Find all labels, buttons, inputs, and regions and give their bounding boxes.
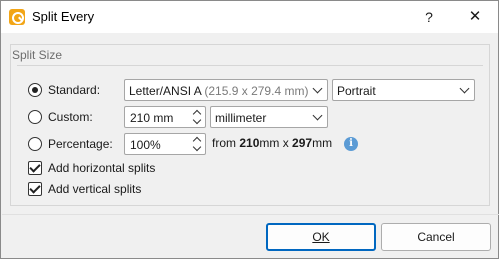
paper-size-dropdown[interactable]: Letter/ANSI A (215.9 x 279.4 mm) (124, 79, 328, 101)
chevron-down-icon (312, 83, 323, 94)
custom-radio[interactable] (28, 110, 42, 124)
vertical-splits-checkbox[interactable] (28, 182, 42, 196)
ok-button[interactable]: OK (266, 223, 376, 251)
paper-size-value: Letter/ANSI A (129, 84, 202, 98)
cancel-button[interactable]: Cancel (381, 223, 491, 251)
close-button[interactable]: ✕ (452, 1, 498, 33)
title-bar: Split Every ? ✕ (1, 1, 498, 33)
percentage-radio[interactable] (28, 137, 42, 151)
split-every-dialog: Split Every ? ✕ Split Size Standard: Let… (0, 0, 499, 259)
footer-divider (2, 214, 499, 215)
custom-size-value: 210 mm (130, 111, 174, 125)
app-logo-icon (9, 9, 25, 25)
percentage-stepper[interactable]: 100% (124, 133, 206, 155)
percentage-value: 100% (130, 138, 161, 152)
standard-label[interactable]: Standard: (48, 83, 100, 97)
horizontal-splits-checkbox[interactable] (28, 161, 42, 175)
vertical-splits-label[interactable]: Add vertical splits (48, 182, 141, 196)
percentage-label[interactable]: Percentage: (48, 137, 113, 151)
paper-size-dimensions: (215.9 x 279.4 mm) (204, 84, 309, 98)
group-title: Split Size (12, 48, 63, 62)
custom-label[interactable]: Custom: (48, 110, 93, 124)
orientation-dropdown[interactable]: Portrait (332, 79, 475, 101)
unit-value: millimeter (215, 111, 267, 125)
info-icon[interactable]: i (344, 137, 358, 151)
unit-dropdown[interactable]: millimeter (210, 106, 328, 128)
orientation-value: Portrait (337, 84, 376, 98)
window-title: Split Every (32, 9, 95, 24)
stepper-down-icon[interactable] (192, 144, 202, 153)
custom-size-stepper[interactable]: 210 mm (124, 106, 206, 128)
stepper-down-icon[interactable] (192, 117, 202, 126)
standard-radio[interactable] (28, 83, 42, 97)
group-separator (17, 65, 483, 66)
chevron-down-icon (312, 110, 323, 121)
help-button[interactable]: ? (406, 1, 452, 33)
page-size-info: from 210mm x 297mm (212, 136, 333, 150)
chevron-down-icon (459, 83, 470, 94)
horizontal-splits-label[interactable]: Add horizontal splits (48, 161, 155, 175)
